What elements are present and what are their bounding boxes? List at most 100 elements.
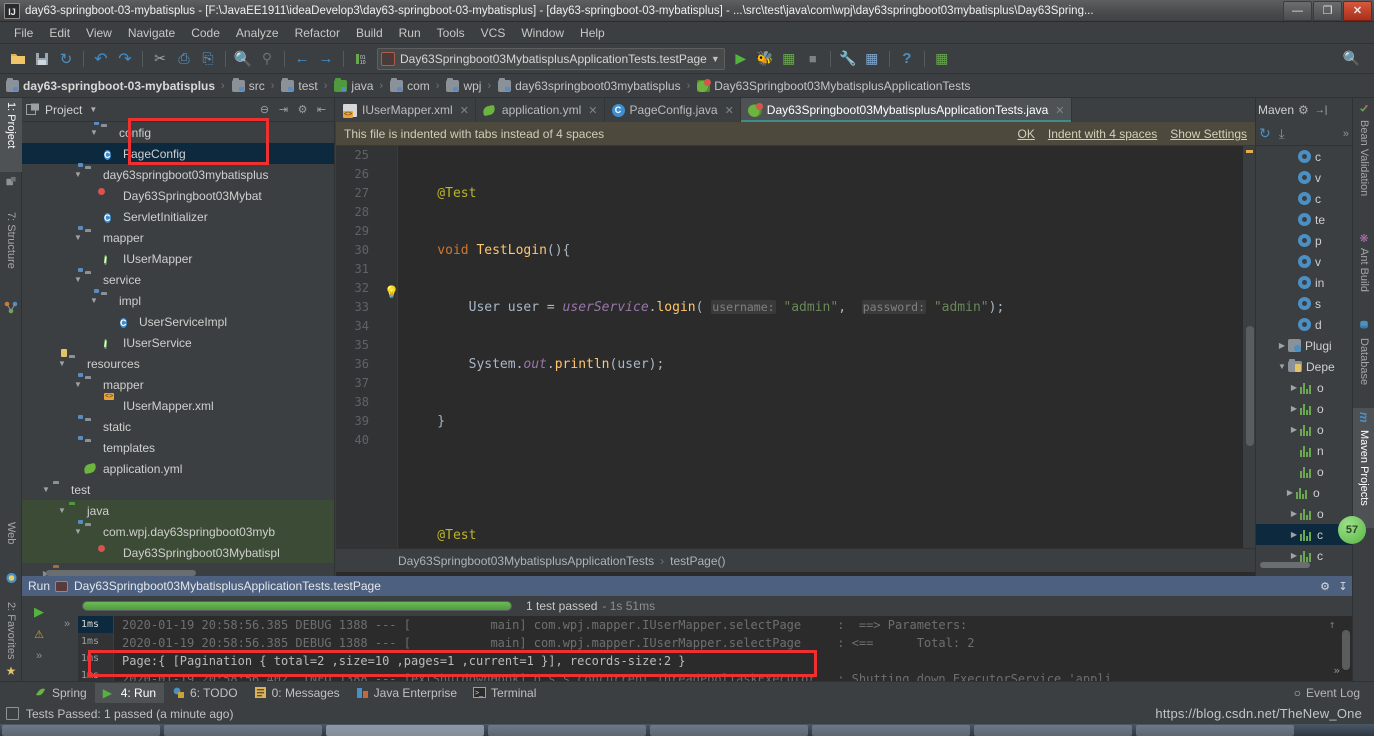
tab-application-tests-java[interactable]: Day63Springboot03MybatisplusApplicationT… xyxy=(740,98,1072,122)
tree-item-test[interactable]: test xyxy=(22,479,334,500)
chevron-down-icon[interactable] xyxy=(40,485,52,494)
chevron-down-icon[interactable] xyxy=(72,233,84,242)
menu-file[interactable]: File xyxy=(6,24,41,42)
editor-error-stripe[interactable] xyxy=(1243,146,1255,548)
close-icon[interactable]: ✕ xyxy=(1055,104,1064,117)
tool-button-terminal[interactable]: >_ Terminal xyxy=(465,683,544,703)
sidebar-item-project[interactable]: 1: Project xyxy=(0,98,22,172)
maven-tree[interactable]: c v c te p v in s d Plugi Depe o o o n o… xyxy=(1256,146,1352,570)
test-duration-item[interactable]: 1ms xyxy=(78,633,113,650)
menu-edit[interactable]: Edit xyxy=(41,24,78,42)
breadcrumb-item-java[interactable]: java › xyxy=(334,77,390,93)
chevron-down-icon[interactable]: ▼ xyxy=(89,105,97,114)
gear-icon[interactable]: ⚙ xyxy=(1316,577,1334,595)
chevron-right-icon[interactable] xyxy=(1288,425,1300,434)
project-tree[interactable]: config C PageConfig day63springboot03myb… xyxy=(22,122,334,576)
breadcrumb-item-class[interactable]: Day63Springboot03MybatisplusApplicationT… xyxy=(697,78,972,93)
breadcrumb-item-wpj[interactable]: wpj › xyxy=(446,77,498,93)
refresh-icon[interactable]: ↻ xyxy=(1259,125,1271,142)
tree-item-mapper-pkg[interactable]: mapper xyxy=(22,227,334,248)
menu-help[interactable]: Help xyxy=(572,24,613,42)
menu-tools[interactable]: Tools xyxy=(429,24,473,42)
tab-iusermapper-xml[interactable]: IUserMapper.xml ✕ xyxy=(336,98,476,122)
tool-button-run[interactable]: ▶ 4: Run xyxy=(94,682,165,703)
breadcrumb-item-src[interactable]: src › xyxy=(231,77,282,93)
maven-item[interactable]: o xyxy=(1256,461,1352,482)
notification-ok-link[interactable]: OK xyxy=(1018,127,1035,141)
scroll-up-icon[interactable]: ↑ xyxy=(1326,618,1338,631)
tree-item-iusermapper[interactable]: I IUserMapper xyxy=(22,248,334,269)
chevron-down-icon[interactable] xyxy=(72,527,84,536)
settings-button[interactable]: 🔧 xyxy=(837,48,859,70)
rerun-button[interactable]: ▶ xyxy=(27,602,51,622)
breadcrumb-method[interactable]: testPage() xyxy=(670,554,725,568)
open-folder-icon[interactable] xyxy=(7,48,29,70)
tree-item-application-class[interactable]: Day63Springboot03Mybat xyxy=(22,185,334,206)
error-filter-icon[interactable]: ⚠ xyxy=(27,624,51,644)
tree-item-resources-mapper[interactable]: mapper xyxy=(22,374,334,395)
chevron-down-icon[interactable] xyxy=(56,359,68,368)
breadcrumb-item-package[interactable]: day63springboot03mybatisplus › xyxy=(498,77,697,93)
compile-icon[interactable]: 01 10 xyxy=(350,48,372,70)
chevron-down-icon[interactable] xyxy=(72,170,84,179)
more-icon[interactable]: » xyxy=(1343,128,1349,140)
tree-item-servletinitializer[interactable]: C ServletInitializer xyxy=(22,206,334,227)
maven-item[interactable]: o xyxy=(1256,419,1352,440)
search-everywhere-icon[interactable]: 🔍 xyxy=(1343,50,1360,67)
tree-item-test-java[interactable]: java xyxy=(22,500,334,521)
collapse-all-icon[interactable]: ⊖ xyxy=(256,102,273,118)
breadcrumb-class[interactable]: Day63Springboot03MybatisplusApplicationT… xyxy=(398,554,654,568)
chevron-right-icon[interactable] xyxy=(1288,404,1300,413)
inspection-badge[interactable]: 57 xyxy=(1338,516,1366,544)
gear-icon[interactable]: ⚙ xyxy=(294,102,311,118)
help-button[interactable]: ? xyxy=(896,48,918,70)
close-icon[interactable]: ✕ xyxy=(725,104,734,117)
collapse-icon[interactable]: » xyxy=(56,618,78,636)
chevron-down-icon[interactable] xyxy=(88,296,100,305)
tree-item-test-package[interactable]: com.wpj.day63springboot03myb xyxy=(22,521,334,542)
breadcrumb-item-project[interactable]: day63-springboot-03-mybatisplus › xyxy=(6,77,232,93)
editor-vertical-scrollbar[interactable] xyxy=(1246,326,1254,446)
maven-item[interactable]: c xyxy=(1256,146,1352,167)
chevron-down-icon[interactable] xyxy=(56,506,68,515)
run-with-coverage-button[interactable]: ▦ xyxy=(778,48,800,70)
menu-view[interactable]: View xyxy=(78,24,120,42)
notification-settings-link[interactable]: Show Settings xyxy=(1170,127,1247,141)
sidebar-item-bean-validation[interactable]: Bean Validation xyxy=(1353,116,1374,228)
save-all-icon[interactable] xyxy=(31,48,53,70)
maven-item[interactable]: v xyxy=(1256,167,1352,188)
back-icon[interactable]: ← xyxy=(291,48,313,70)
tree-item-static[interactable]: static xyxy=(22,416,334,437)
tool-button-messages[interactable]: 0: Messages xyxy=(246,683,348,703)
debug-button[interactable]: 🐝 xyxy=(754,48,776,70)
test-duration-item[interactable]: 1ms xyxy=(78,616,113,633)
chevron-down-icon[interactable] xyxy=(72,380,84,389)
stop-button[interactable]: ■ xyxy=(802,48,824,70)
chevron-down-icon[interactable] xyxy=(72,275,84,284)
menu-run[interactable]: Run xyxy=(391,24,429,42)
maven-item[interactable]: p xyxy=(1256,230,1352,251)
editor-gutter[interactable]: 25 26 27 28 29 30 31 32 33 34 35 36 37 3… xyxy=(336,146,398,548)
close-icon[interactable]: ✕ xyxy=(460,104,469,117)
tree-item-resources[interactable]: resources xyxy=(22,353,334,374)
sync-icon[interactable]: ↻ xyxy=(55,48,77,70)
breadcrumb-item-com[interactable]: com › xyxy=(390,77,446,93)
sidebar-item-ant-build[interactable]: Ant Build xyxy=(1353,244,1374,316)
tree-item-impl-pkg[interactable]: impl xyxy=(22,290,334,311)
maven-item[interactable]: te xyxy=(1256,209,1352,230)
menu-vcs[interactable]: VCS xyxy=(473,24,514,42)
tree-item-pageconfig[interactable]: C PageConfig xyxy=(22,143,334,164)
chevron-right-icon[interactable] xyxy=(1284,488,1296,497)
sidebar-item-maven-projects[interactable]: Maven Projects xyxy=(1353,426,1374,528)
chevron-down-icon[interactable] xyxy=(1276,362,1288,371)
taskbar-item[interactable] xyxy=(812,724,970,736)
maven-item-dependencies[interactable]: Depe xyxy=(1256,356,1352,377)
close-icon[interactable]: ✕ xyxy=(588,104,597,117)
maven-item-plugins[interactable]: Plugi xyxy=(1256,335,1352,356)
chevron-right-icon[interactable] xyxy=(1288,509,1300,518)
tree-item-test-class[interactable]: Day63Springboot03Mybatispl xyxy=(22,542,334,563)
maven-item[interactable]: d xyxy=(1256,314,1352,335)
taskbar-item[interactable] xyxy=(326,724,484,736)
expand-toolbar-button[interactable]: » xyxy=(27,646,51,666)
taskbar-item[interactable] xyxy=(2,724,160,736)
